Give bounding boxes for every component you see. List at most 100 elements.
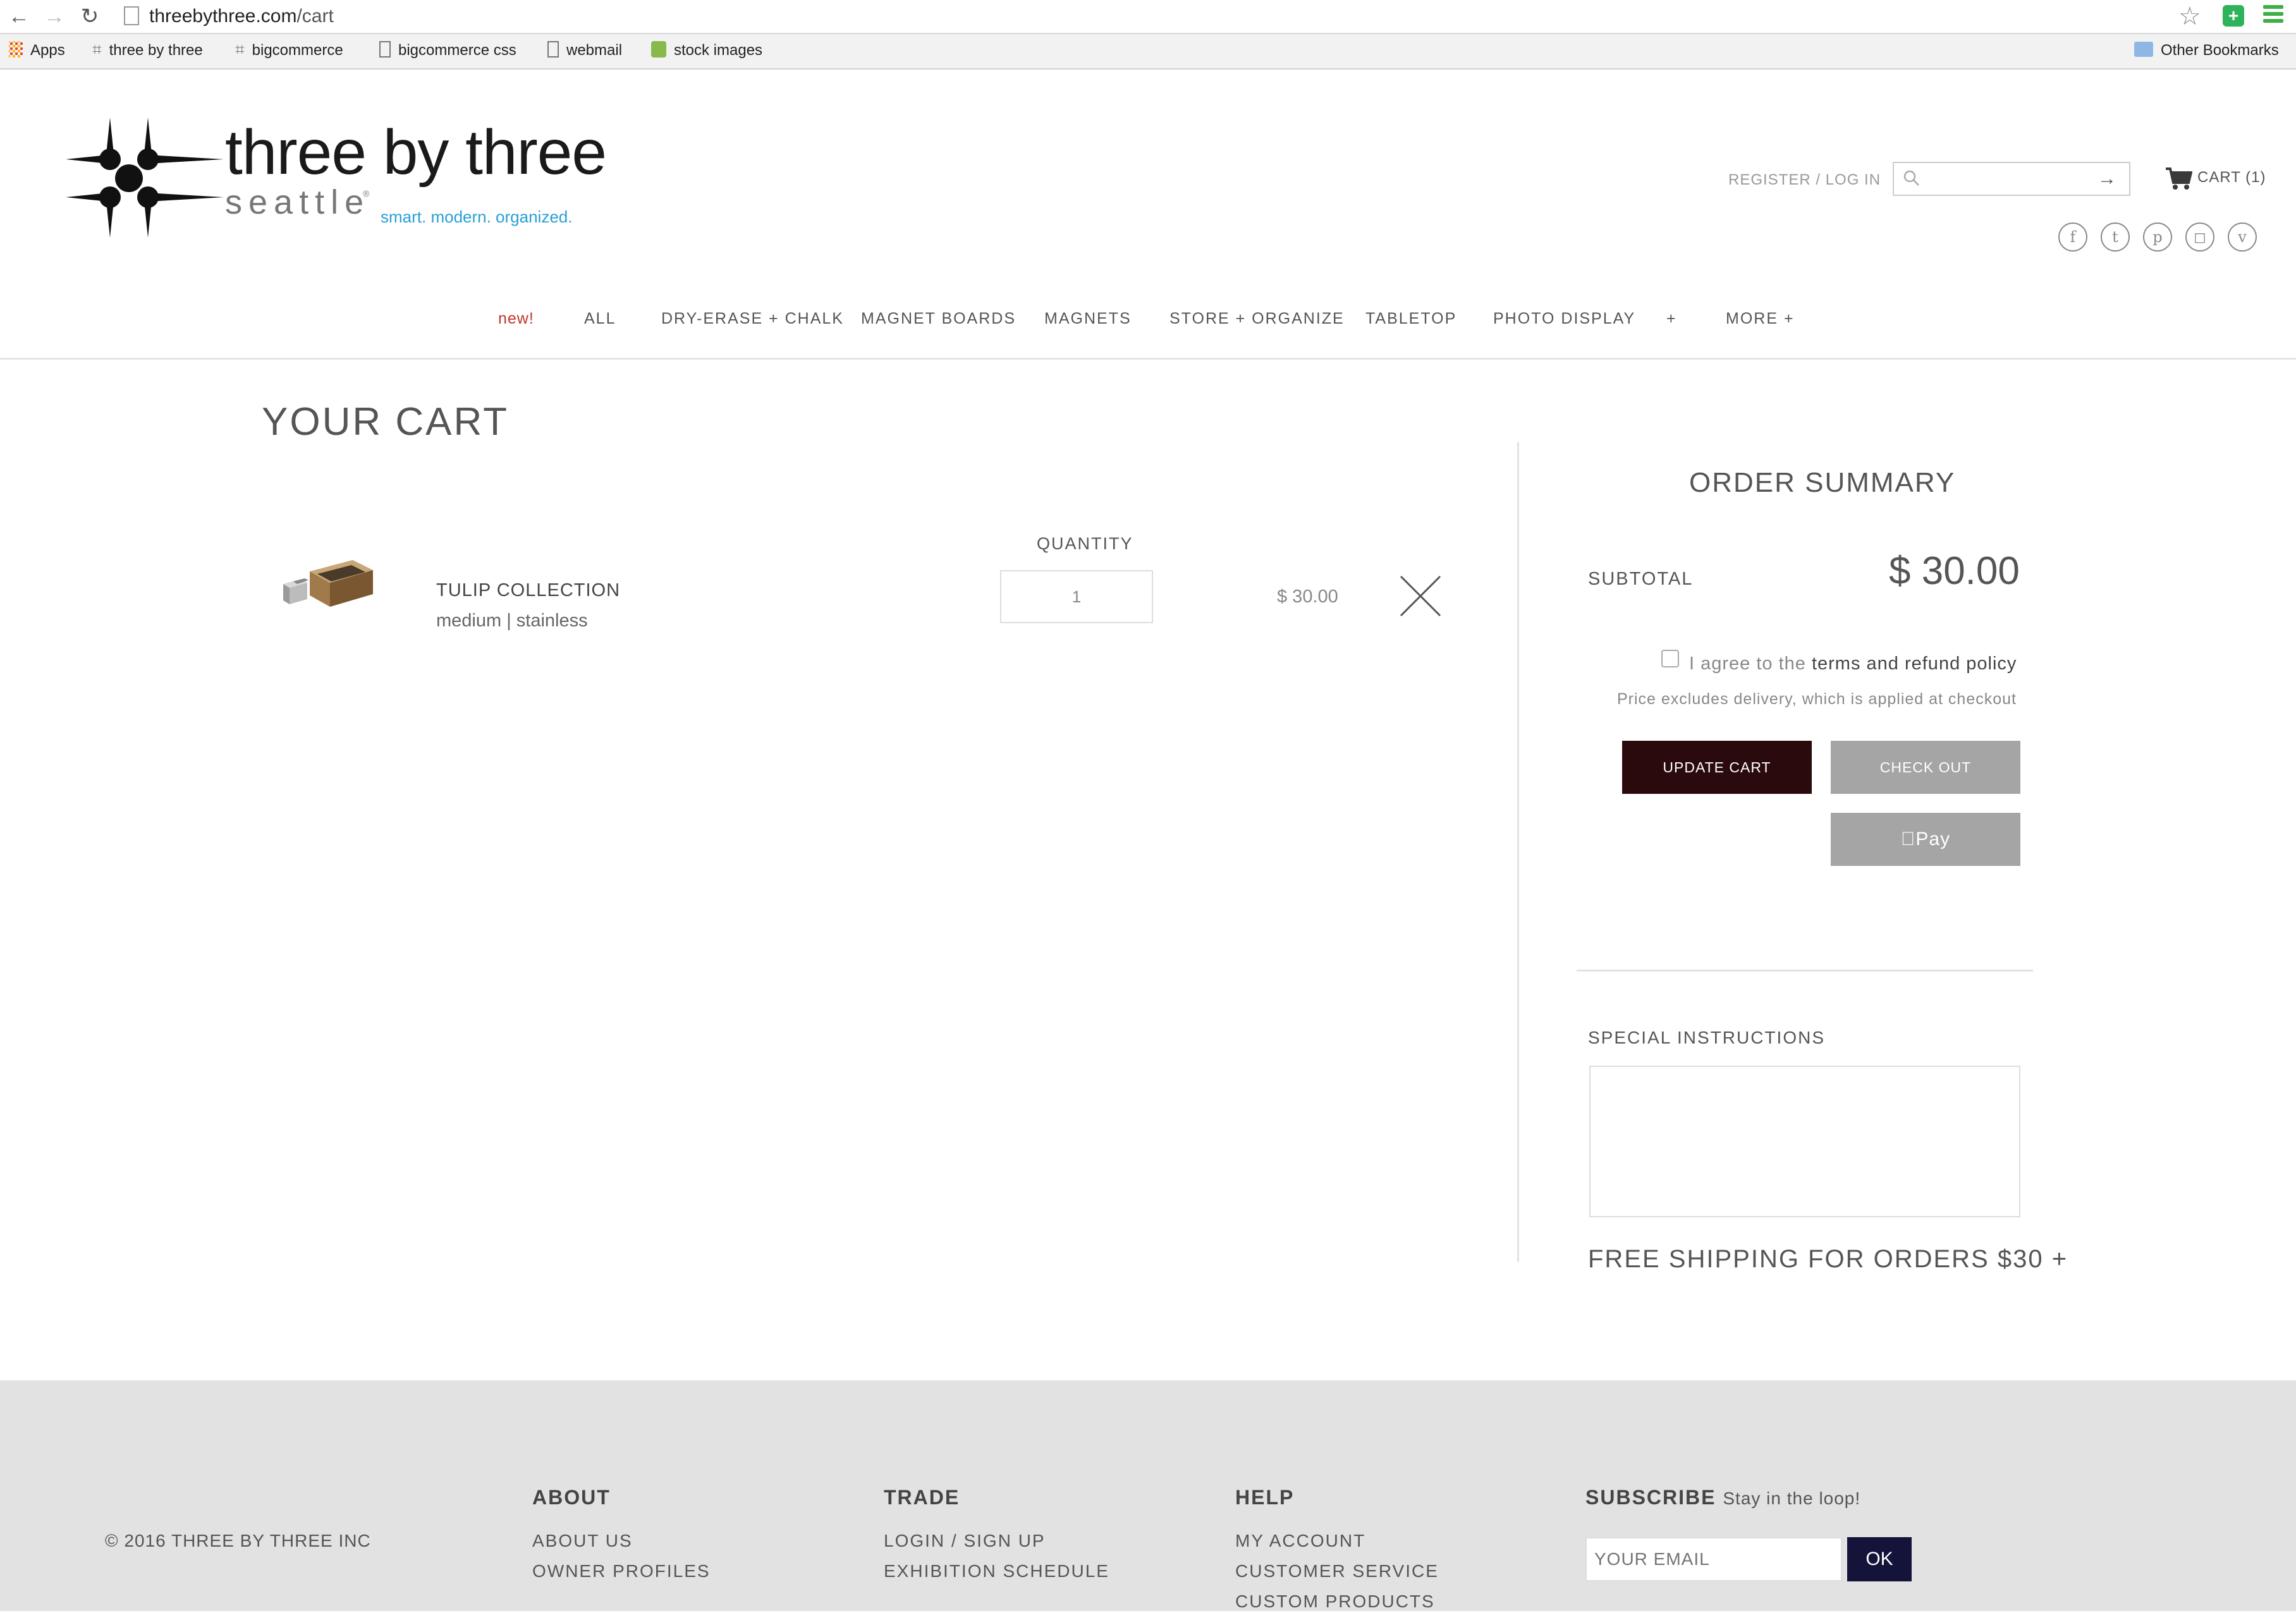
forward-icon[interactable]: → [40,4,68,29]
page-title: YOUR CART [262,400,510,444]
instagram-icon[interactable]: ◻ [2185,222,2214,252]
nav-item-dry-erase-chalk[interactable]: DRY-ERASE + CHALK [661,306,844,331]
nav-item-magnet-boards[interactable]: MAGNET BOARDS [861,306,1016,331]
search-input[interactable] [1927,168,2087,191]
page-icon [124,6,139,25]
remove-item-close-icon[interactable] [1398,574,1443,618]
subscribe-ok-button[interactable]: OK [1847,1537,1912,1581]
bookmark-star-icon[interactable]: ☆ [2178,3,2201,30]
subscribe-email-input[interactable] [1585,1537,1842,1581]
nav-item-tabletop[interactable]: TABLETOP [1365,306,1456,331]
terms-checkbox[interactable] [1661,650,1679,667]
nav-item-more[interactable]: MORE + [1726,306,1795,331]
quantity-input[interactable] [1000,570,1153,623]
extension-icon[interactable]: + [2223,5,2244,27]
update-cart-button[interactable]: UPDATE CART [1622,741,1812,794]
nav-item-magnets[interactable]: MAGNETS [1044,306,1132,331]
subscribe-tagline: Stay in the loop! [1723,1488,1861,1508]
delivery-note: Price excludes delivery, which is applie… [1617,690,2017,708]
bookmark-stock-images[interactable]: stock images [651,38,762,63]
footer-link-owner-profiles[interactable]: OWNER PROFILES [532,1560,711,1583]
document-icon [547,40,559,58]
free-shipping-banner: FREE SHIPPING FOR ORDERS $30 + [1588,1245,2068,1273]
url-field[interactable]: threebythree.com/cart [149,5,334,28]
column-divider [1517,442,1519,1262]
cart-icon [2166,167,2193,190]
bookmark-label: bigcommerce css [398,42,516,59]
search-icon [1903,170,1919,186]
browser-menu-icon[interactable] [2263,5,2283,27]
apps-grid-icon [9,40,23,58]
vimeo-icon[interactable]: v [2228,222,2257,252]
subscribe-heading: SUBSCRIBE [1585,1486,1716,1509]
footer-link-customer-service[interactable]: CUSTOMER SERVICE [1235,1560,1439,1583]
shopify-icon [651,40,666,58]
facebook-icon[interactable]: f [2058,222,2087,252]
back-icon[interactable]: ← [5,4,33,29]
pinterest-icon[interactable]: p [2143,222,2172,252]
footer-heading-help: HELP [1235,1486,1295,1509]
product-thumbnail[interactable] [272,549,378,618]
site-logo[interactable]: three by three seattle ® smart. modern. … [66,118,607,238]
bookmark-apps[interactable]: Apps [9,38,65,63]
apple-pay-label: Pay [1908,829,1950,849]
bookmark-bigcommerce-css[interactable]: bigcommerce css [379,38,516,63]
url-path: /cart [296,6,334,27]
subtotal-value: $ 30.00 [1889,549,2020,593]
footer-link-custom-products[interactable]: CUSTOM PRODUCTS [1235,1590,1435,1613]
folder-icon [2134,41,2153,57]
bookmark-three-by-three[interactable]: ⌗ three by three [92,38,203,63]
site-icon: ⌗ [235,39,245,59]
bookmark-label: Other Bookmarks [2161,42,2279,59]
logo-star-mark [66,118,224,238]
check-out-button[interactable]: CHECK OUT [1831,741,2020,794]
footer-heading-about: ABOUT [532,1486,611,1509]
bookmark-other[interactable]: Other Bookmarks [2134,38,2279,63]
footer-link-exhibition-schedule[interactable]: EXHIBITION SCHEDULE [884,1560,1109,1583]
logo-registered: ® [363,188,370,198]
bookmark-webmail[interactable]: webmail [547,38,622,63]
header-cart-link[interactable]: CART (1) [2165,166,2266,190]
terms-link[interactable]: terms and refund policy [1812,654,2017,674]
special-instructions-textarea[interactable] [1589,1066,2020,1217]
reload-icon[interactable]: ↻ [76,4,104,29]
bookmark-label: webmail [566,42,623,59]
product-variant: medium | stainless [436,611,588,631]
header-divider [0,358,2296,360]
nav-item-new[interactable]: new! [498,306,534,331]
social-links: f t p ◻ v [2058,222,2261,254]
copyright: © 2016 THREE BY THREE INC [105,1531,371,1550]
footer-heading-subscribe: SUBSCRIBE Stay in the loop! [1585,1484,1860,1512]
cart-label: CART (1) [2197,169,2266,186]
twitter-icon[interactable]: t [2101,222,2130,252]
nav-item-all[interactable]: ALL [584,306,616,331]
browser-chrome: ← → ↻ threebythree.com/cart ☆ + Apps ⌗ th… [0,0,2296,70]
footer-link-about-us[interactable]: ABOUT US [532,1530,633,1552]
summary-divider [1577,970,2033,971]
apple-pay-button[interactable]: Pay [1831,813,2020,866]
bookmark-label: three by three [109,42,203,59]
order-summary-title: ORDER SUMMARY [1689,467,1956,498]
terms-prefix: I agree to the [1689,654,1812,674]
nav-item-plus[interactable]: + [1666,306,1677,331]
site-footer: © 2016 THREE BY THREE INC ABOUT ABOUT US… [0,1380,2296,1611]
product-name[interactable]: TULIP COLLECTION [436,578,620,603]
bookmark-bigcommerce[interactable]: ⌗ bigcommerce [235,38,343,63]
search-submit-icon[interactable]: → [2098,167,2116,191]
footer-link-login-signup[interactable]: LOGIN / SIGN UP [884,1530,1046,1552]
search-box[interactable]: → [1893,162,2130,196]
main-navigation: new! ALL DRY-ERASE + CHALK MAGNET BOARDS… [0,306,2296,331]
logo-subtitle: seattle [225,183,370,221]
address-bar: ← → ↻ threebythree.com/cart ☆ + [0,0,2296,34]
logo-tagline: smart. modern. organized. [381,207,573,226]
bookmark-label: stock images [674,42,763,59]
footer-link-my-account[interactable]: MY ACCOUNT [1235,1530,1365,1552]
apple-logo-icon:  [1901,829,1916,849]
quantity-label: QUANTITY [1037,534,1133,553]
terms-text: I agree to the terms and refund policy [1689,650,2017,678]
document-icon [379,40,391,58]
register-login-link[interactable]: REGISTER / LOG IN [1728,171,1881,190]
bookmark-label: bigcommerce [252,42,343,59]
nav-item-photo-display[interactable]: PHOTO DISPLAY [1493,306,1635,331]
nav-item-store-organize[interactable]: STORE + ORGANIZE [1169,306,1345,331]
